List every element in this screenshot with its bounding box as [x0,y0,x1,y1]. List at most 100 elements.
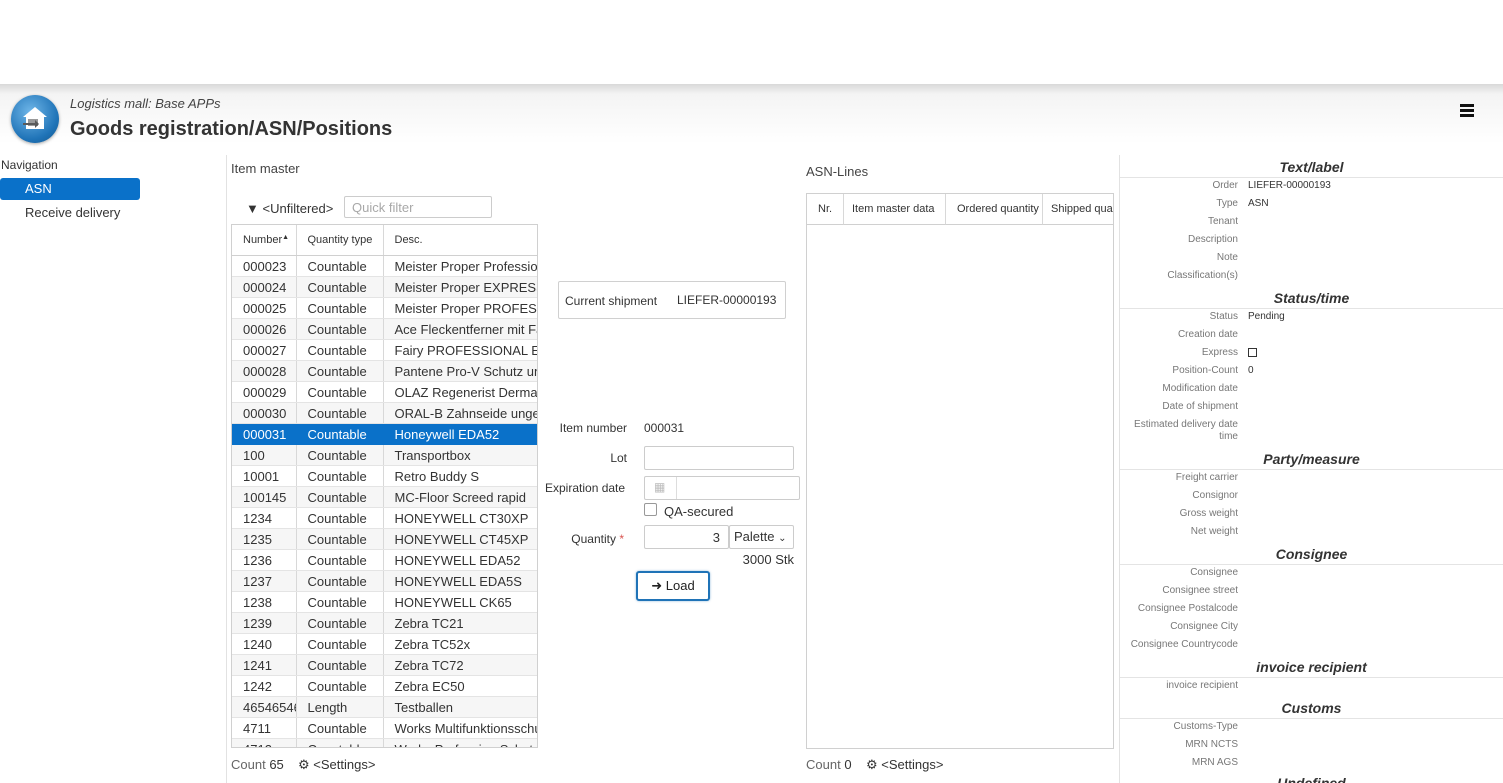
table-row[interactable]: 000030CountableORAL-B Zahnseide ungewach… [232,402,537,424]
cell-quantity-type: Countable [296,654,384,676]
section-title-consignee: Consignee [1275,546,1348,562]
table-row[interactable]: 000028 Countable Pantene Pro-V Schutz und [232,360,537,382]
cell-number: 100145 [232,486,297,508]
column-header-number[interactable]: Number▲ [232,225,297,256]
prop-label: Order [1212,180,1238,191]
cell-number: 100 [232,444,297,466]
item-master-rows: 000023CountableMeister Proper Profession… [232,255,537,747]
cell-number: 10001 [232,465,297,487]
section-title-undefined: Undefined [1277,775,1346,783]
table-row[interactable]: 000029CountableOLAZ Regenerist DermaBrig… [232,381,537,403]
cell-quantity-type: Countable [296,738,384,747]
table-row[interactable]: 000026CountableAce Fleckentferner mit Fa… [232,318,537,340]
load-button[interactable]: ➜ Load [636,571,710,601]
current-shipment-label: Current shipment [565,294,658,308]
item-master-table[interactable]: Number▲ Quantity type Desc. 000023 Counta… [231,224,538,748]
table-row[interactable]: 1234 Countable HONEYWELL CT30XP [232,507,537,529]
cell-quantity-type: Countable [296,633,384,655]
section-title-customs: Customs [1281,700,1342,716]
cell-quantity-type: Countable [296,318,384,340]
unit-select[interactable]: Palette ⌄ [729,525,794,549]
prop-label: invoice recipient [1166,680,1238,691]
cell-number: 000023 [232,255,297,277]
column-header-ordered-quantity[interactable]: Ordered quantity [946,194,1043,225]
prop-label: Type [1216,198,1238,209]
table-row[interactable]: 1240 Countable Zebra TC52x [232,633,537,655]
arrow-right-icon: ➜ [651,578,663,593]
item-master-settings-button[interactable]: ⚙ <Settings> [298,757,375,773]
prop-label: Consignee street [1162,585,1238,596]
column-header-quantity-type[interactable]: Quantity type [296,225,384,256]
table-row[interactable]: 1242 Countable Zebra EC50 [232,675,537,697]
column-header-shipped-quantity[interactable]: Shipped quantity [1043,194,1113,225]
table-row[interactable]: 100145 Countable MC-Floor Screed rapid [232,486,537,508]
prop-label: Customs-Type [1173,721,1238,732]
table-row[interactable]: 1236 Countable HONEYWELL EDA52 [232,549,537,571]
cell-number: 000026 [232,318,297,340]
table-row[interactable]: 1237 Countable HONEYWELL EDA5S [232,570,537,592]
section-divider [1120,564,1503,565]
table-row[interactable]: 46546546 Length Testballen [232,696,537,718]
cell-quantity-type: Countable [296,423,384,445]
prop-value-type: ASN [1248,198,1269,209]
lot-input[interactable] [644,446,794,470]
prop-label: Consignee [1190,567,1238,578]
section-divider [1120,677,1503,678]
table-row[interactable]: 4712CountableWorks Profession Schutz [232,738,537,747]
cell-desc: Works Multifunktionsschutz [383,717,537,739]
cell-quantity-type: Countable [296,507,384,529]
nav-item-label: Receive delivery [25,205,121,220]
cell-number: 1235 [232,528,297,550]
quick-filter-input[interactable] [344,196,492,218]
prop-label: Estimated delivery date [1134,419,1238,430]
asn-lines-settings-button[interactable]: ⚙ <Settings> [866,757,943,773]
cell-desc: Works Profession Schutz [383,738,537,747]
table-row[interactable]: 000031 Countable Honeywell EDA52 [232,423,537,445]
cell-number: 000028 [232,360,297,382]
asn-lines-table[interactable]: Nr. Item master data Ordered quantity Sh… [806,193,1114,749]
app-logo-home-icon[interactable] [11,95,59,143]
navigation-label: Navigation [1,158,58,172]
filter-toggle[interactable]: ▼ <Unfiltered> [246,201,333,216]
table-row[interactable]: 000023CountableMeister Proper Profession… [232,255,537,277]
cell-desc: OLAZ Regenerist DermaBright [383,381,537,403]
quantity-label: Quantity * [571,532,624,546]
quantity-input[interactable] [644,525,729,549]
table-row[interactable]: 100 Countable Transportbox [232,444,537,466]
section-title-status-time: Status/time [1273,290,1350,306]
cell-quantity-type: Countable [296,717,384,739]
cell-quantity-type: Countable [296,612,384,634]
qa-secured-checkbox[interactable] [644,503,657,516]
cell-quantity-type: Countable [296,402,384,424]
table-row[interactable]: 000024 Countable Meister Proper EXPRESS [232,276,537,298]
calendar-icon[interactable]: ▦ [654,480,665,494]
table-row[interactable]: 10001 Countable Retro Buddy S [232,465,537,487]
cell-desc: Zebra TC21 [383,612,537,634]
expiration-date-field[interactable]: ▦ [644,476,800,500]
converted-quantity: 3000 Stk [742,552,794,567]
prop-label: MRN NCTS [1185,739,1238,750]
column-header-desc[interactable]: Desc. [383,225,537,256]
table-row[interactable]: 000027CountableFairy PROFESSIONAL Extra [232,339,537,361]
table-row[interactable]: 000025CountableMeister Proper PROFESSION… [232,297,537,319]
nav-item-asn[interactable]: ASN [0,178,140,200]
prop-value-position-count: 0 [1248,365,1254,376]
asn-lines-label: ASN-Lines [806,164,869,179]
table-row[interactable]: 4711 Countable Works Multifunktionsschutz [232,717,537,739]
nav-item-receive-delivery[interactable]: Receive delivery [0,202,140,224]
prop-label: MRN AGS [1191,757,1238,768]
table-row[interactable]: 1239 Countable Zebra TC21 [232,612,537,634]
table-row[interactable]: 1238 Countable HONEYWELL CK65 [232,591,537,613]
cell-desc: Zebra EC50 [383,675,537,697]
details-panel: Text/label Order LIEFER-00000193 Type AS… [1120,155,1503,783]
column-header-nr[interactable]: Nr. [807,194,844,225]
table-row[interactable]: 1235 Countable HONEYWELL CT45XP [232,528,537,550]
cell-desc: Pantene Pro-V Schutz und [383,360,537,382]
column-header-item-master-data[interactable]: Item master data [844,194,946,225]
table-row[interactable]: 1241 Countable Zebra TC72 [232,654,537,676]
cell-desc: Zebra TC52x [383,633,537,655]
prop-label: Freight carrier [1175,472,1238,483]
cell-quantity-type: Countable [296,570,384,592]
hamburger-menu-icon[interactable] [1458,101,1478,121]
cell-quantity-type: Countable [296,675,384,697]
